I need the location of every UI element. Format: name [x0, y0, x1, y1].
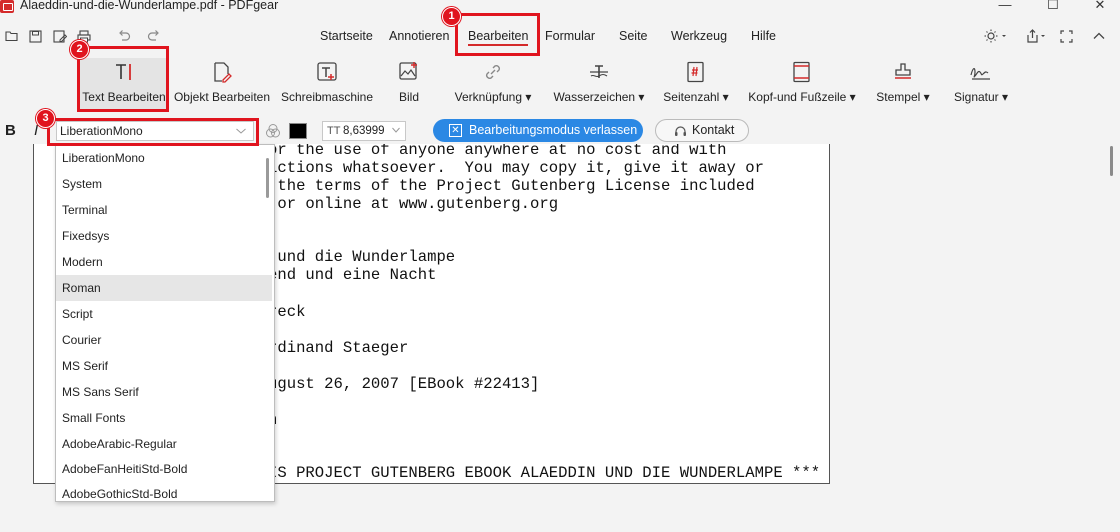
font-size-input[interactable]: TT 8,63999 — [322, 121, 406, 141]
stamp-button[interactable]: Stempel ▾ — [872, 58, 934, 110]
typewriter-label: Schreibmaschine — [280, 90, 374, 104]
tab-annotieren[interactable]: Annotieren — [389, 29, 449, 43]
document-text-line[interactable]: rdinand Staeger — [268, 339, 408, 357]
font-color-swatch[interactable] — [289, 123, 307, 139]
share-icon[interactable] — [1024, 28, 1050, 44]
signature-button[interactable]: Signatur ▾ — [950, 58, 1012, 110]
signature-label: Signatur ▾ — [953, 90, 1009, 104]
typewriter-icon — [316, 58, 338, 86]
dropdown-scrollbar-thumb[interactable] — [266, 158, 269, 198]
maximize-button[interactable]: ☐ — [1033, 0, 1073, 13]
font-option-terminal[interactable]: Terminal — [56, 197, 272, 223]
tab-startseite[interactable]: Startseite — [320, 29, 373, 43]
tab-formular[interactable]: Formular — [545, 29, 595, 43]
font-option-adobearabic-regular[interactable]: AdobeArabic-Regular — [56, 431, 272, 457]
title-bar: Alaeddin-und-die-Wunderlampe.pdf - PDFge… — [0, 0, 1120, 14]
image-label: Bild — [398, 90, 419, 104]
tab-hilfe[interactable]: Hilfe — [751, 29, 776, 43]
bold-button[interactable]: B — [5, 122, 16, 139]
header-footer-button[interactable]: Kopf-und Fußzeile ▾ — [746, 58, 858, 110]
document-text-line[interactable]: the terms of the Project Gutenberg Licen… — [268, 177, 754, 195]
font-size-icon: TT — [327, 125, 341, 137]
object-edit-label: Objekt Bearbeiten — [173, 90, 271, 104]
image-icon — [398, 58, 420, 86]
link-icon — [482, 58, 504, 86]
watermark-icon — [588, 58, 610, 86]
font-option-fixedsys[interactable]: Fixedsys — [56, 223, 272, 249]
font-dropdown-list[interactable]: LiberationMono System Terminal Fixedsys … — [55, 144, 275, 502]
chevron-down-icon — [391, 122, 401, 144]
fullscreen-icon[interactable] — [1058, 28, 1074, 44]
font-option-system[interactable]: System — [56, 171, 272, 197]
contact-button[interactable]: Kontakt — [655, 119, 749, 142]
tab-werkzeug[interactable]: Werkzeug — [671, 29, 727, 43]
close-button[interactable]: ✕ — [1080, 0, 1120, 13]
open-icon[interactable] — [4, 28, 20, 44]
font-option-script[interactable]: Script — [56, 301, 272, 327]
image-button[interactable]: Bild — [390, 58, 428, 110]
save-icon[interactable] — [27, 28, 43, 44]
font-size-value: 8,63999 — [343, 125, 385, 137]
font-option-small-fonts[interactable]: Small Fonts — [56, 405, 272, 431]
tab-seite[interactable]: Seite — [619, 29, 648, 43]
font-option-roman[interactable]: Roman — [56, 275, 272, 301]
exit-edit-mode-button[interactable]: ✕ Bearbeitungsmodus verlassen — [433, 119, 643, 142]
document-text-line[interactable]: und die Wunderlampe — [268, 248, 455, 266]
highlight-box-font-select — [47, 118, 259, 146]
document-text-line[interactable]: or the use of anyone anywhere at no cost… — [268, 144, 727, 159]
step-badge-2: 2 — [70, 40, 89, 59]
minimize-button[interactable]: — — [985, 0, 1025, 13]
collapse-ribbon-icon[interactable] — [1091, 28, 1107, 44]
headset-icon — [674, 124, 687, 145]
header-footer-icon — [791, 58, 813, 86]
undo-icon[interactable] — [116, 28, 132, 44]
close-box-icon: ✕ — [449, 124, 462, 137]
pdfgear-logo-icon — [0, 0, 14, 13]
step-badge-1: 1 — [442, 7, 461, 26]
font-option-liberationmono[interactable]: LiberationMono — [56, 145, 272, 171]
highlight-box-bearbeiten — [455, 13, 540, 56]
typewriter-button[interactable]: Schreibmaschine — [280, 58, 374, 110]
page-number-label: Seitenzahl ▾ — [663, 90, 729, 104]
watermark-label: Wasserzeichen ▾ — [553, 90, 645, 104]
font-option-ms-serif[interactable]: MS Serif — [56, 353, 272, 379]
signature-icon — [969, 58, 993, 86]
stamp-label: Stempel ▾ — [876, 90, 930, 104]
font-option-courier[interactable]: Courier — [56, 327, 272, 353]
page-number-icon — [685, 58, 707, 86]
document-text-line[interactable]: end und eine Nacht — [268, 266, 436, 284]
exit-edit-mode-label: Bearbeitungsmodus verlassen — [469, 123, 638, 137]
document-text-line[interactable]: IS PROJECT GUTENBERG EBOOK ALAEDDIN UND … — [268, 464, 820, 482]
font-option-adobefanheitistd-bold[interactable]: AdobeFanHeitiStd-Bold — [56, 456, 272, 482]
watermark-button[interactable]: Wasserzeichen ▾ — [552, 58, 646, 110]
font-option-adobegothicstd-bold[interactable]: AdobeGothicStd-Bold — [56, 481, 272, 501]
stamp-icon — [892, 58, 914, 86]
step-badge-3: 3 — [36, 109, 55, 128]
contact-label: Kontakt — [692, 123, 735, 137]
page-number-button[interactable]: Seitenzahl ▾ — [660, 58, 732, 110]
font-option-modern[interactable]: Modern — [56, 249, 272, 275]
link-button[interactable]: Verknüpfung ▾ — [450, 58, 536, 110]
object-edit-button[interactable]: Objekt Bearbeiten — [172, 58, 272, 110]
window-title: Alaeddin-und-die-Wunderlampe.pdf - PDFge… — [20, 0, 279, 12]
document-text-line[interactable]: or online at www.gutenberg.org — [268, 195, 558, 213]
redo-icon[interactable] — [146, 28, 162, 44]
document-text-line[interactable]: ugust 26, 2007 [EBook #22413] — [268, 375, 539, 393]
highlight-box-text-edit — [77, 46, 169, 112]
document-text-line[interactable]: ictions whatsoever. You may copy it, giv… — [268, 159, 764, 177]
link-label: Verknüpfung ▾ — [454, 90, 532, 104]
document-scrollbar[interactable] — [1103, 144, 1120, 532]
save-as-icon[interactable] — [52, 28, 68, 44]
font-option-ms-sans-serif[interactable]: MS Sans Serif — [56, 379, 272, 405]
object-edit-icon — [211, 58, 233, 86]
color-mix-icon[interactable] — [265, 123, 281, 142]
header-footer-label: Kopf-und Fußzeile ▾ — [748, 90, 856, 104]
scrollbar-thumb[interactable] — [1110, 146, 1113, 176]
theme-sun-icon[interactable] — [983, 28, 1009, 44]
